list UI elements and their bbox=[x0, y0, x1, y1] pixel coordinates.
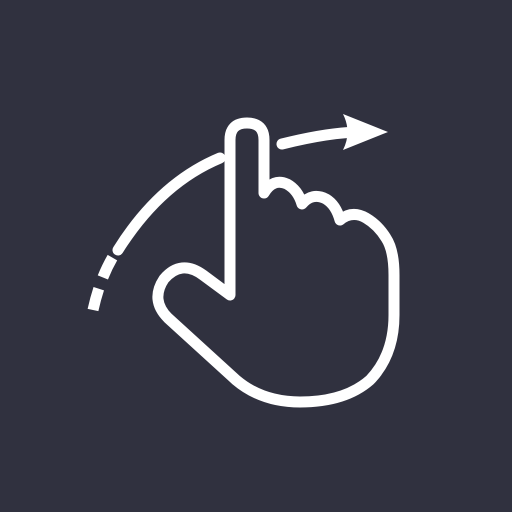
swipe-gesture-icon bbox=[0, 0, 512, 512]
icon-background bbox=[0, 0, 512, 512]
swipe-gesture-icon-tile bbox=[0, 0, 512, 512]
